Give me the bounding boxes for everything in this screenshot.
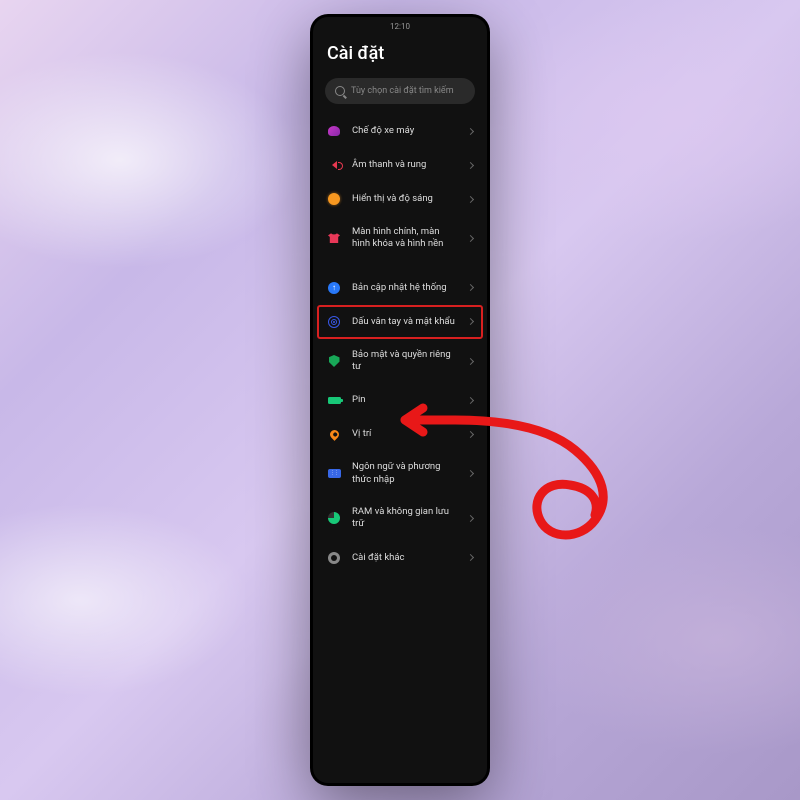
phone-frame: 12:10 Cài đặt Tùy chọn cài đặt tìm kiếm … [310, 14, 490, 786]
setting-item[interactable]: Chế độ xe máy [317, 114, 483, 148]
setting-label: Chế độ xe máy [352, 125, 457, 137]
chevron-right-icon [467, 127, 474, 134]
shield-icon [327, 354, 341, 368]
update-icon [327, 281, 341, 295]
setting-label: Hiển thị và độ sáng [352, 193, 457, 205]
setting-item[interactable]: Dấu vân tay và mật khẩu [317, 305, 483, 339]
setting-label: Cài đặt khác [352, 552, 457, 564]
status-bar: 12:10 [313, 17, 487, 35]
chevron-right-icon [467, 554, 474, 561]
wallpaper-icon [327, 231, 341, 245]
setting-label: Dấu vân tay và mật khẩu [352, 316, 457, 328]
screen: 12:10 Cài đặt Tùy chọn cài đặt tìm kiếm … [313, 17, 487, 783]
chevron-right-icon [467, 161, 474, 168]
setting-item[interactable]: Bảo mật và quyền riêng tư [317, 339, 483, 384]
location-icon [327, 427, 341, 441]
helmet-icon [327, 124, 341, 138]
chevron-right-icon [467, 195, 474, 202]
setting-item[interactable]: Vị trí [317, 417, 483, 451]
setting-item[interactable]: RAM và không gian lưu trữ [317, 496, 483, 541]
chevron-right-icon [467, 357, 474, 364]
setting-item[interactable]: Cài đặt khác [317, 541, 483, 575]
chevron-right-icon [467, 515, 474, 522]
setting-label: Ngôn ngữ và phương thức nhập [352, 461, 457, 486]
page-title: Cài đặt [313, 35, 487, 78]
gear-icon [327, 551, 341, 565]
search-input[interactable]: Tùy chọn cài đặt tìm kiếm [325, 78, 475, 104]
setting-item[interactable]: Ngôn ngữ và phương thức nhập [317, 451, 483, 496]
section-divider [317, 261, 483, 271]
search-icon [335, 86, 345, 96]
chevron-right-icon [467, 318, 474, 325]
setting-label: Vị trí [352, 428, 457, 440]
storage-icon [327, 511, 341, 525]
setting-item[interactable]: Hiển thị và độ sáng [317, 182, 483, 216]
setting-item[interactable]: Màn hình chính, màn hình khóa và hình nề… [317, 216, 483, 261]
sound-icon [327, 158, 341, 172]
setting-label: RAM và không gian lưu trữ [352, 506, 457, 531]
chevron-right-icon [467, 470, 474, 477]
setting-item[interactable]: Pin [317, 383, 483, 417]
chevron-right-icon [467, 397, 474, 404]
setting-label: Bản cập nhật hệ thống [352, 282, 457, 294]
fingerprint-icon [327, 315, 341, 329]
brightness-icon [327, 192, 341, 206]
setting-label: Màn hình chính, màn hình khóa và hình nề… [352, 226, 457, 251]
status-time: 12:10 [390, 22, 410, 31]
setting-label: Bảo mật và quyền riêng tư [352, 349, 457, 374]
setting-item[interactable]: Âm thanh và rung [317, 148, 483, 182]
chevron-right-icon [467, 431, 474, 438]
settings-list[interactable]: Chế độ xe máy Âm thanh và rung Hiển thị và… [313, 114, 487, 783]
chevron-right-icon [467, 235, 474, 242]
chevron-right-icon [467, 284, 474, 291]
battery-icon [327, 393, 341, 407]
setting-label: Pin [352, 394, 457, 406]
keyboard-icon [327, 467, 341, 481]
setting-label: Âm thanh và rung [352, 159, 457, 171]
setting-item[interactable]: Bản cập nhật hệ thống [317, 271, 483, 305]
search-placeholder: Tùy chọn cài đặt tìm kiếm [351, 86, 454, 96]
